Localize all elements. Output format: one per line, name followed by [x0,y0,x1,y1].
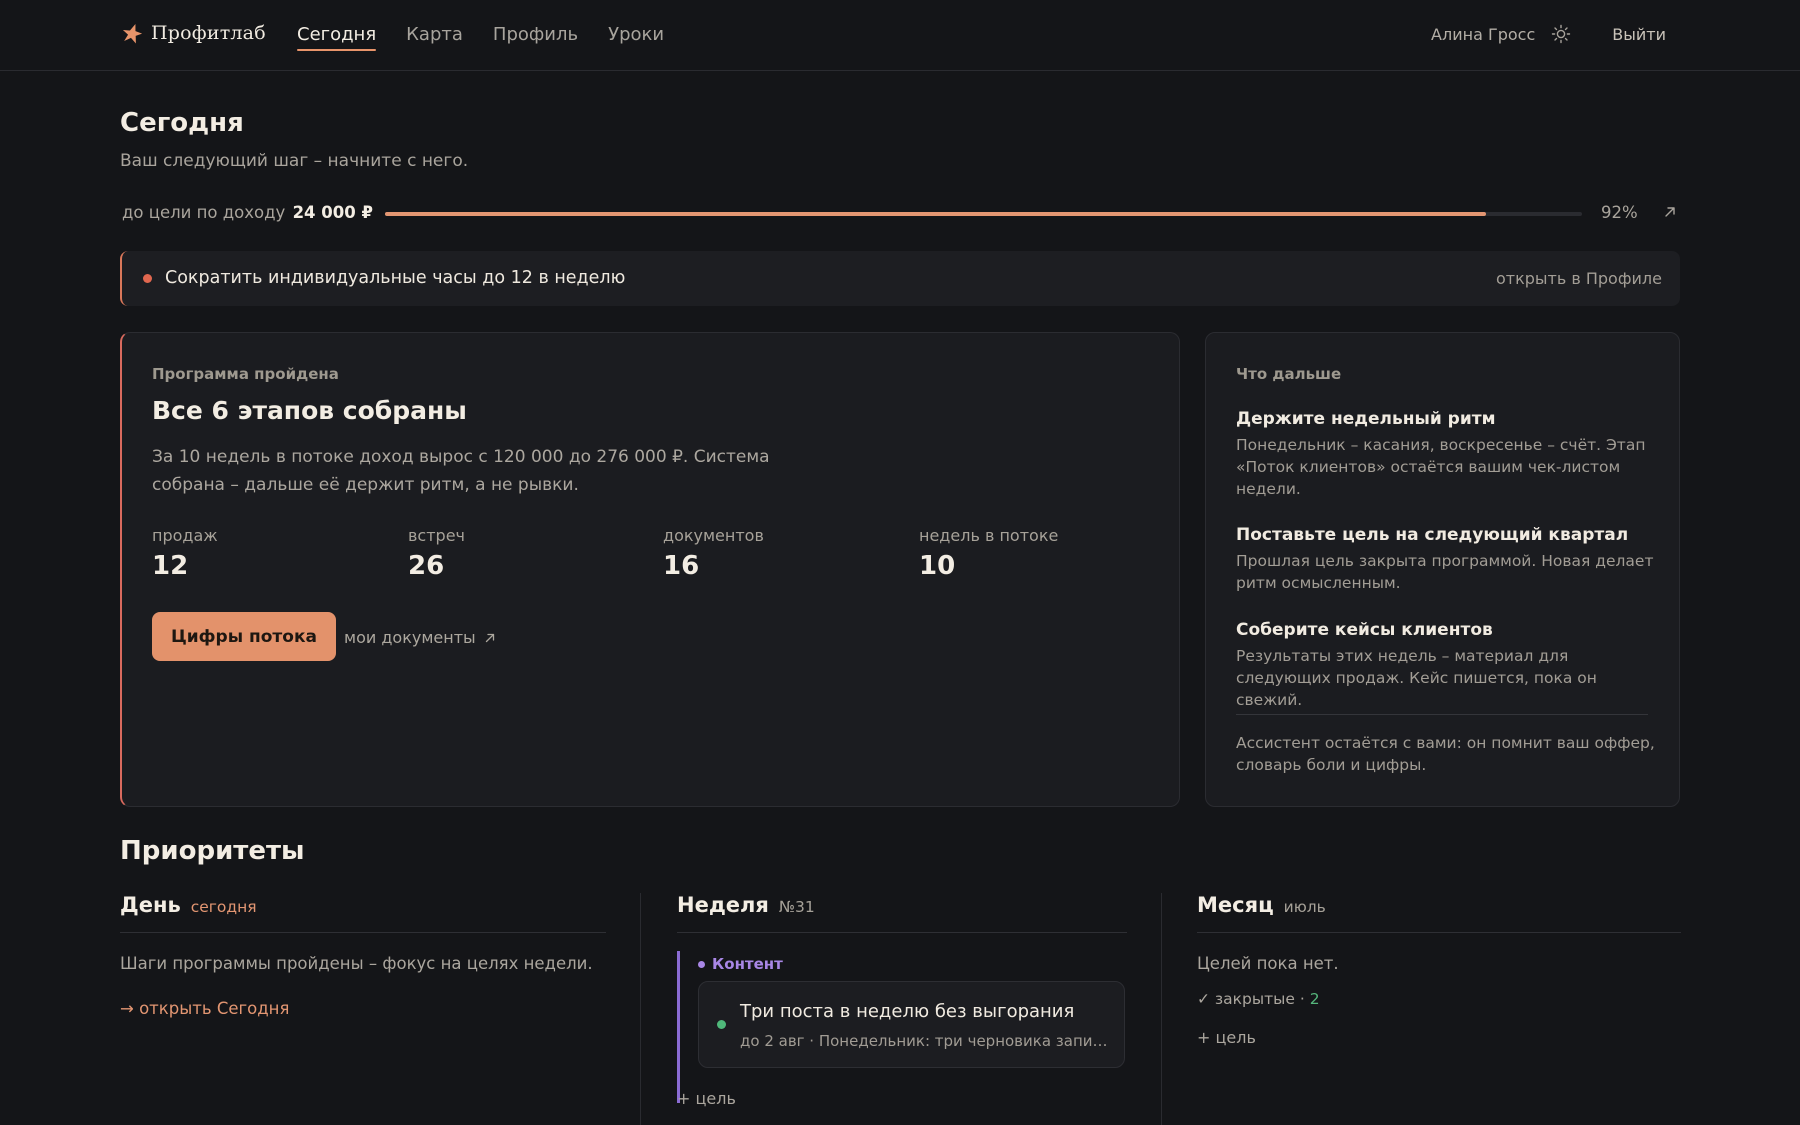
card-kicker: Программа пройдена [152,365,339,383]
goal-progress-fill [385,212,1487,216]
assistant-note: Ассистент остаётся с вами: он помнит ваш… [1236,734,1655,774]
stat-meetings: встреч 26 [408,526,465,581]
nav-item-map[interactable]: Карта [406,24,463,51]
card-kicker: Что дальше [1236,365,1342,383]
brand-logo[interactable]: Профитлаб [121,22,266,44]
column-tag: сегодня [190,898,257,916]
nav-item-lessons[interactable]: Уроки [608,24,664,51]
page-subtitle: Ваш следующий шаг – начните с него. [120,151,469,171]
goal-progress-bar [385,212,1582,216]
goal-group-content: Контент Три поста в неделю без выгорания… [677,951,1127,1103]
goal-card[interactable]: Три поста в неделю без выгорания до 2 ав… [698,981,1125,1068]
priority-day-column: День сегодня Шаги программы пройдены – ф… [120,893,640,1125]
stats-row: продаж 12 встреч 26 документов 16 недель… [152,526,1152,586]
goal-percent: 92% [1601,203,1638,222]
logout-button[interactable]: Выйти [1612,25,1666,44]
priority-month-column: Месяц июль Целей пока нет. ✓ закрытые · … [1161,893,1681,1125]
add-month-goal-button[interactable]: + цель [1197,1028,1256,1047]
column-header: Месяц июль [1197,893,1326,917]
stat-value: 12 [152,551,189,581]
external-arrow-icon [485,633,494,642]
stat-label: встреч [408,526,465,545]
stat-value: 16 [663,551,700,581]
focus-alert: Сократить индивидуальные часы до 12 в не… [120,251,1680,306]
divider [1197,932,1681,933]
day-status-text: Шаги программы пройдены – фокус на целях… [120,954,593,973]
whats-next-card: Что дальше Держите недельный ритм Понеде… [1205,332,1680,807]
card-title: Все 6 этапов собраны [152,396,467,425]
stat-sales: продаж 12 [152,526,218,581]
nav-item-profile[interactable]: Профиль [493,24,578,51]
group-label: Контент [698,955,783,973]
my-documents-label: мои документы [344,628,476,647]
stat-label: продаж [152,526,218,545]
brand-star-icon [122,24,143,44]
my-documents-link[interactable]: мои документы [344,628,496,647]
goal-label-text: до цели по доходу [122,203,286,222]
stat-documents: документов 16 [663,526,764,581]
main-nav: Сегодня Карта Профиль Уроки [297,24,664,51]
divider [120,932,606,933]
top-bar: Профитлаб Сегодня Карта Профиль Уроки Ал… [0,0,1800,71]
goal-title: Три поста в неделю без выгорания [740,1001,1075,1022]
brand-name: Профитлаб [151,22,266,44]
income-goal-progress: до цели по доходу 24 000 ₽ 92% [122,203,1680,225]
divider [677,932,1127,933]
column-title: День [120,893,181,917]
nav-item-today[interactable]: Сегодня [297,24,377,51]
group-label-text: Контент [712,955,783,973]
stat-weeks: недель в потоке 10 [919,526,1058,581]
priority-week-column: Неделя №31 Контент Три поста в неделю бе… [640,893,1161,1125]
card-description: За 10 недель в потоке доход вырос с 120 … [152,447,770,495]
open-in-profile-link[interactable]: открыть в Профиле [1496,269,1662,288]
priorities-title: Приоритеты [120,836,305,866]
next-step-title: Поставьте цель на следующий квартал [1236,525,1629,545]
user-name: Алина Гросс [1431,24,1536,44]
column-header: Неделя №31 [677,893,815,917]
stat-label: недель в потоке [919,526,1059,545]
goal-label: до цели по доходу 24 000 ₽ [122,203,373,222]
goal-status-dot [717,1020,726,1029]
next-step-item: Поставьте цель на следующий квартал Прош… [1236,525,1656,594]
column-tag: №31 [778,898,815,916]
program-complete-card: Программа пройдена Все 6 этапов собраны … [120,332,1180,807]
group-dot [698,960,705,968]
next-step-text: Прошлая цель закрыта программой. Новая д… [1236,552,1654,592]
user-area: Алина Гросс Выйти [1431,24,1666,44]
alert-text: Сократить индивидуальные часы до 12 в не… [165,268,626,288]
next-step-item: Соберите кейсы клиентов Результаты этих … [1236,620,1656,711]
stat-value: 10 [919,551,956,581]
external-arrow-icon[interactable] [1663,205,1677,219]
sun-icon[interactable] [1551,24,1571,44]
closed-goals-count: 2 [1309,990,1320,1008]
next-step-title: Соберите кейсы клиентов [1236,620,1493,640]
column-title: Месяц [1197,893,1274,917]
closed-goals-label: ✓ закрытые · [1197,990,1310,1008]
divider [1236,714,1648,715]
next-step-text: Понедельник – касания, воскресенье – счё… [1236,436,1646,498]
column-title: Неделя [677,893,769,917]
goal-meta: до 2 авг · Понедельник: три черновика за… [740,1032,1110,1050]
open-today-link[interactable]: → открыть Сегодня [120,999,289,1018]
alert-dot [143,274,152,283]
next-step-title: Держите недельный ритм [1236,409,1496,429]
page-title: Сегодня [120,108,244,138]
column-tag: июль [1283,898,1326,916]
next-step-item: Держите недельный ритм Понедельник – кас… [1236,409,1656,500]
next-step-text: Результаты этих недель – материал для сл… [1236,647,1597,709]
stat-value: 26 [408,551,445,581]
stat-label: документов [663,526,764,545]
column-header: День сегодня [120,893,257,917]
closed-goals-toggle[interactable]: ✓ закрытые · 2 [1197,990,1320,1008]
goal-amount: 24 000 ₽ [292,203,373,222]
add-week-goal-button[interactable]: + цель [677,1089,736,1108]
month-empty-text: Целей пока нет. [1197,954,1339,973]
flow-numbers-button[interactable]: Цифры потока [152,612,336,661]
